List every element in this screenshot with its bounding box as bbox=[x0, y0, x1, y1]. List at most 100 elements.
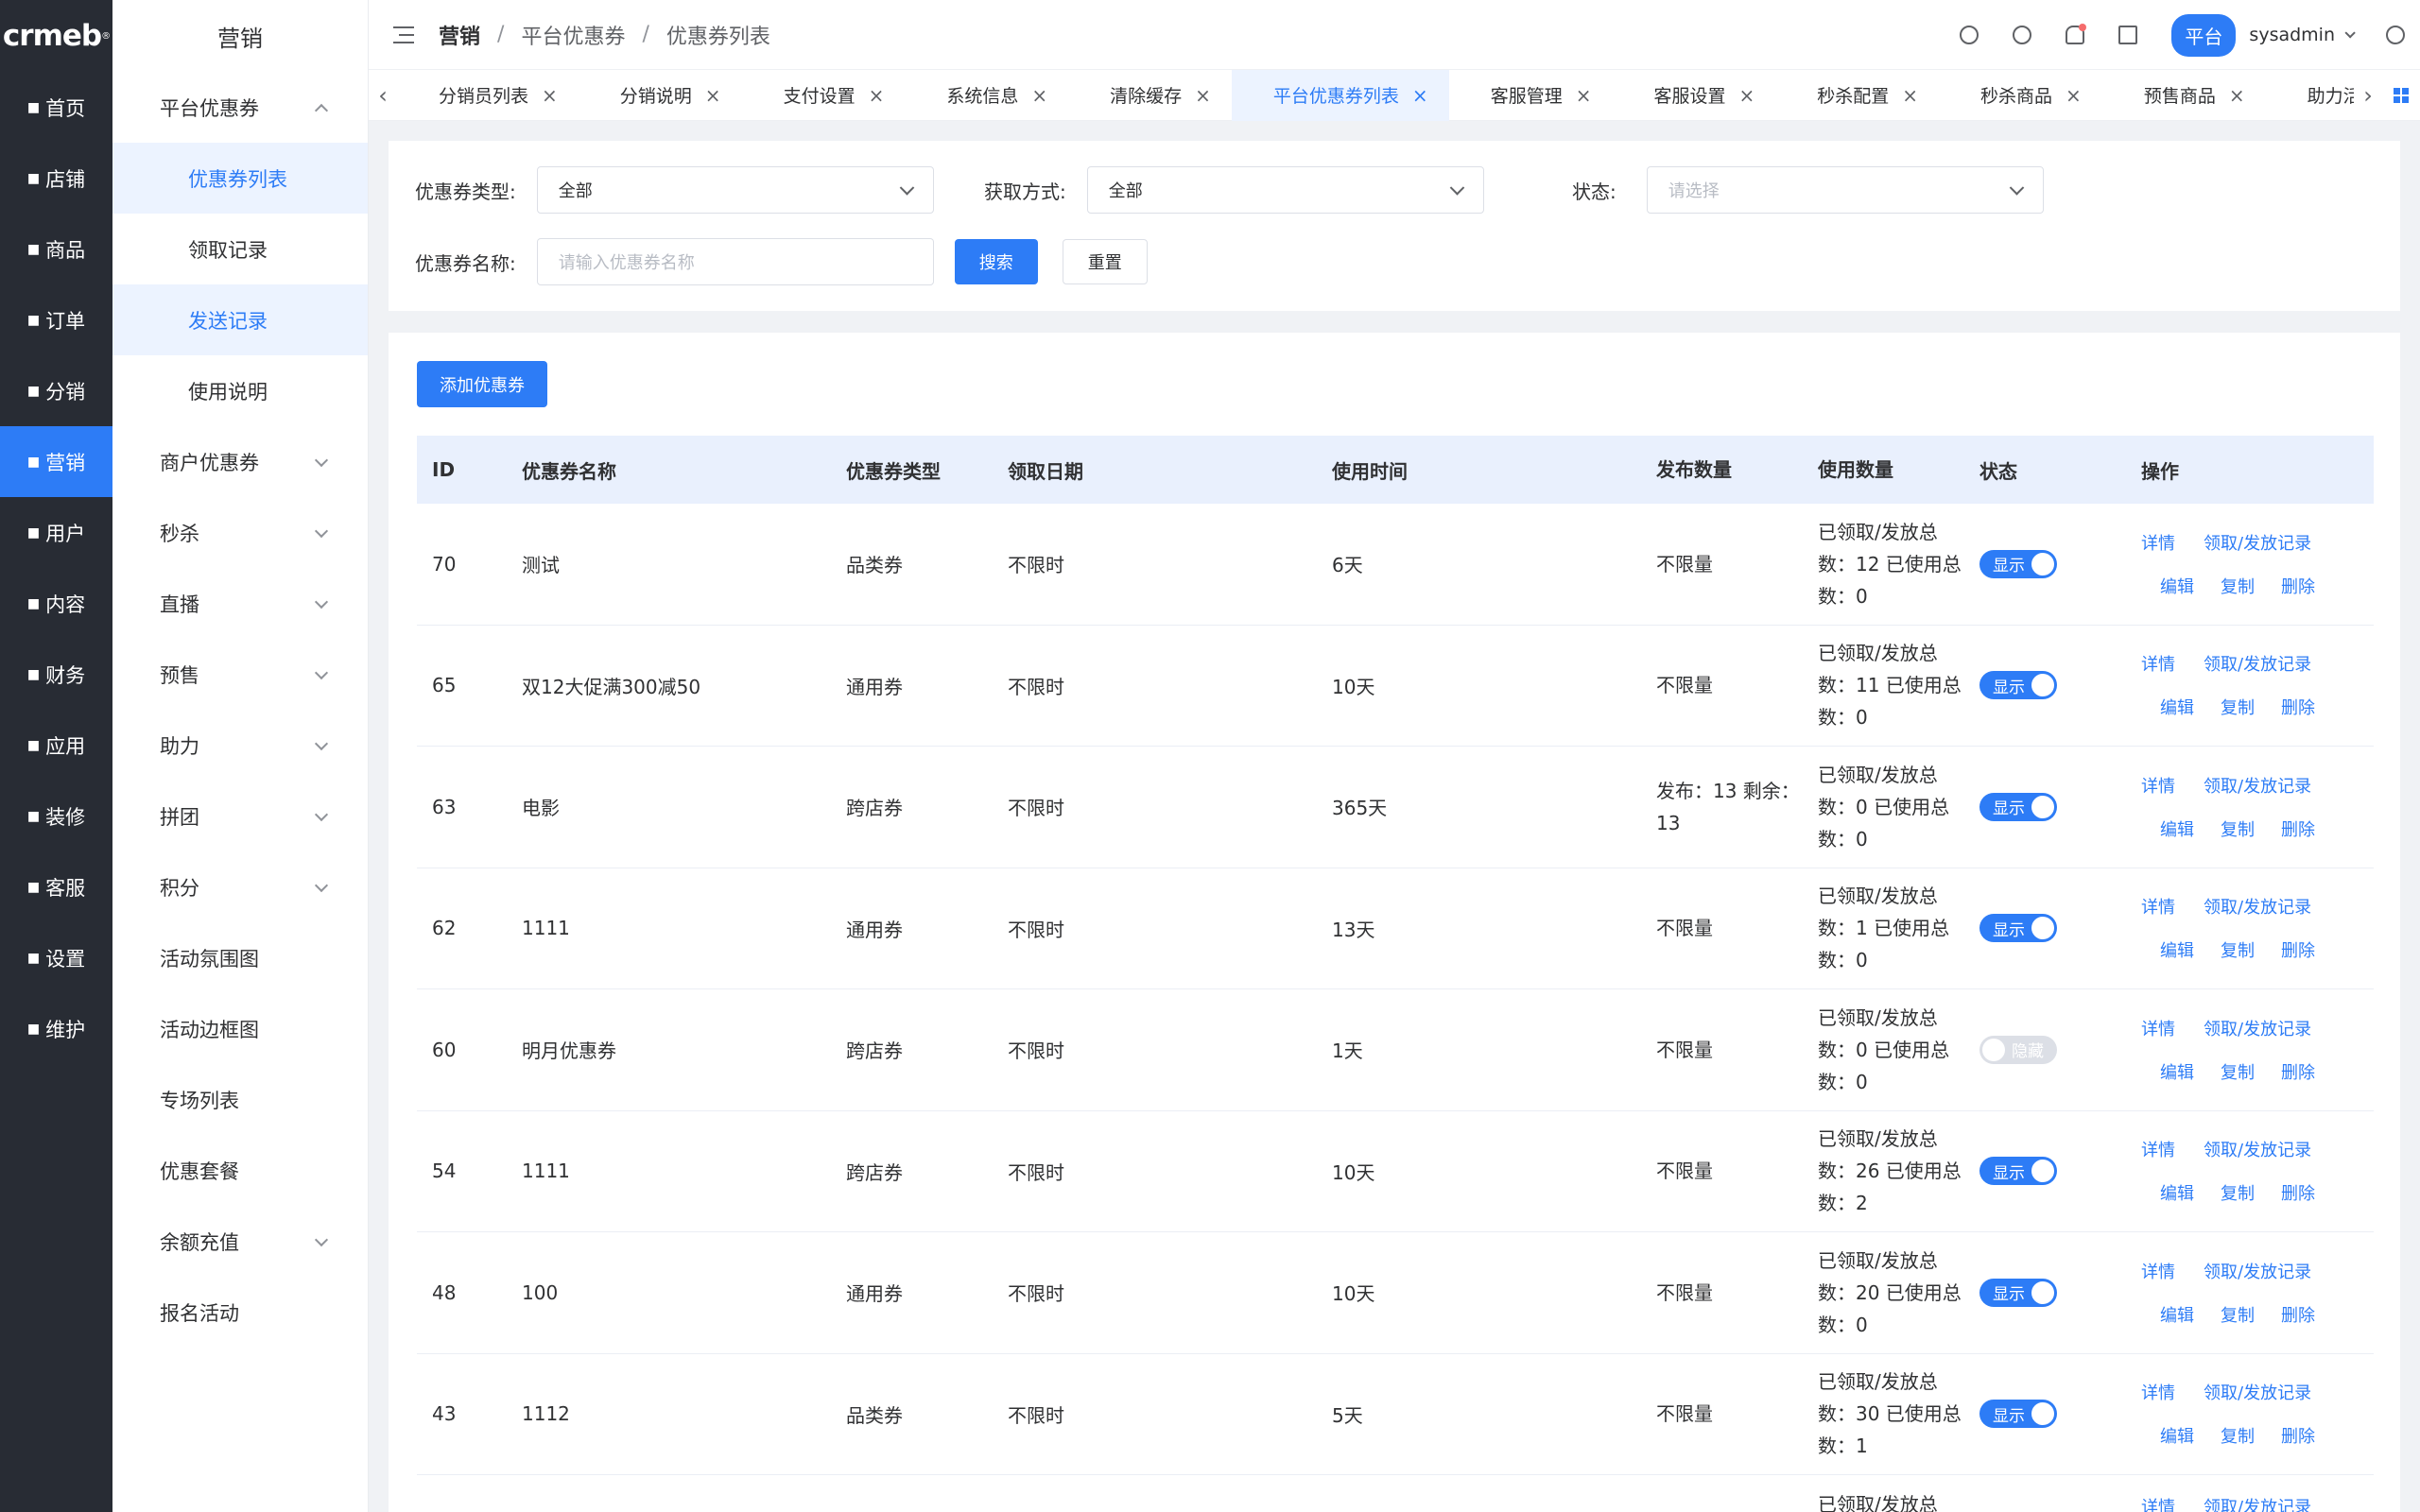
nav-item-8[interactable]: ■ 财务 bbox=[0, 639, 112, 710]
close-icon[interactable]: × bbox=[542, 84, 558, 107]
delete-link[interactable]: 删除 bbox=[2281, 816, 2315, 841]
delete-link[interactable]: 删除 bbox=[2281, 937, 2315, 962]
sidebar-item[interactable]: 商户优惠券 bbox=[112, 426, 368, 497]
sidebar-item[interactable]: 直播 bbox=[112, 568, 368, 639]
close-icon[interactable]: × bbox=[1412, 84, 1428, 107]
delete-link[interactable]: 删除 bbox=[2281, 1180, 2315, 1205]
copy-link[interactable]: 复制 bbox=[2221, 1059, 2255, 1084]
coupon-type-select[interactable]: 全部 bbox=[536, 166, 934, 214]
nav-item-12[interactable]: ■ 设置 bbox=[0, 922, 112, 993]
edit-link[interactable]: 编辑 bbox=[2160, 816, 2194, 841]
delete-link[interactable]: 删除 bbox=[2281, 1423, 2315, 1448]
copy-link[interactable]: 复制 bbox=[2221, 1423, 2255, 1448]
copy-link[interactable]: 复制 bbox=[2221, 937, 2255, 962]
tab-8[interactable]: 秒杀配置 × bbox=[1775, 70, 1939, 121]
sidebar-item[interactable]: 使用说明 bbox=[112, 355, 368, 426]
status-select[interactable]: 请选择 bbox=[1646, 166, 2044, 214]
close-icon[interactable]: × bbox=[1576, 84, 1592, 107]
tab-2[interactable]: 支付设置 × bbox=[742, 70, 906, 121]
status-toggle[interactable]: 隐藏 bbox=[1979, 1035, 2057, 1064]
search-icon[interactable] bbox=[2013, 26, 2032, 44]
nav-item-6[interactable]: ■ 用户 bbox=[0, 497, 112, 568]
nav-item-4[interactable]: ■ 分销 bbox=[0, 355, 112, 426]
copy-link[interactable]: 复制 bbox=[2221, 695, 2255, 719]
nav-item-5[interactable]: ■ 营销 bbox=[0, 426, 112, 497]
sidebar-item[interactable]: 平台优惠券 bbox=[112, 72, 368, 143]
nav-item-7[interactable]: ■ 内容 bbox=[0, 568, 112, 639]
tab-1[interactable]: 分销说明 × bbox=[579, 70, 742, 121]
tab-7[interactable]: 客服设置 × bbox=[1612, 70, 1775, 121]
detail-link[interactable]: 详情 bbox=[2141, 894, 2175, 919]
sidebar-item[interactable]: 预售 bbox=[112, 639, 368, 710]
sidebar-item[interactable]: 秒杀 bbox=[112, 497, 368, 568]
records-link[interactable]: 领取/发放记录 bbox=[2204, 651, 2311, 676]
search-button[interactable]: 搜索 bbox=[954, 239, 1038, 284]
sidebar-item[interactable]: 余额充值 bbox=[112, 1206, 368, 1277]
records-link[interactable]: 领取/发放记录 bbox=[2204, 530, 2311, 555]
sidebar-item[interactable]: 发送记录 bbox=[112, 284, 368, 355]
edit-link[interactable]: 编辑 bbox=[2160, 1302, 2194, 1327]
status-toggle[interactable]: 显示 bbox=[1979, 1278, 2057, 1307]
close-icon[interactable]: × bbox=[1738, 84, 1754, 107]
tab-scroll-left-icon[interactable]: ‹ bbox=[369, 82, 397, 109]
nav-item-13[interactable]: ■ 维护 bbox=[0, 993, 112, 1064]
tab-5[interactable]: 平台优惠券列表 × bbox=[1231, 69, 1449, 121]
logo[interactable]: crmeb ® bbox=[0, 0, 112, 72]
detail-link[interactable]: 详情 bbox=[2141, 651, 2175, 676]
get-method-select[interactable]: 全部 bbox=[1086, 166, 1484, 214]
user-menu[interactable]: sysadmin bbox=[2249, 25, 2356, 45]
detail-link[interactable]: 详情 bbox=[2141, 1137, 2175, 1161]
status-toggle[interactable]: 显示 bbox=[1979, 792, 2057, 821]
menu-toggle-icon[interactable] bbox=[393, 26, 414, 43]
nav-item-3[interactable]: ■ 订单 bbox=[0, 284, 112, 355]
nav-item-2[interactable]: ■ 商品 bbox=[0, 214, 112, 284]
nav-item-10[interactable]: ■ 装修 bbox=[0, 781, 112, 851]
sidebar-item[interactable]: 优惠套餐 bbox=[112, 1135, 368, 1206]
grid-menu-icon[interactable] bbox=[2394, 87, 2409, 103]
tab-9[interactable]: 秒杀商品 × bbox=[1939, 70, 2102, 121]
delete-link[interactable]: 删除 bbox=[2281, 1302, 2315, 1327]
edit-link[interactable]: 编辑 bbox=[2160, 574, 2194, 598]
copy-link[interactable]: 复制 bbox=[2221, 816, 2255, 841]
sidebar-item[interactable]: 活动氛围图 bbox=[112, 922, 368, 993]
tab-11[interactable]: 助力活动商品× bbox=[2266, 70, 2354, 121]
sidebar-item[interactable]: 领取记录 bbox=[112, 214, 368, 284]
edit-link[interactable]: 编辑 bbox=[2160, 695, 2194, 719]
nav-item-11[interactable]: ■ 客服 bbox=[0, 851, 112, 922]
detail-link[interactable]: 详情 bbox=[2141, 1494, 2175, 1512]
status-toggle[interactable]: 显示 bbox=[1979, 914, 2057, 943]
detail-link[interactable]: 详情 bbox=[2141, 530, 2175, 555]
sidebar-item[interactable]: 活动边框图 bbox=[112, 993, 368, 1064]
reset-button[interactable]: 重置 bbox=[1062, 239, 1148, 284]
edit-link[interactable]: 编辑 bbox=[2160, 1423, 2194, 1448]
close-icon[interactable]: × bbox=[705, 84, 721, 107]
sidebar-item[interactable]: 优惠券列表 bbox=[112, 143, 368, 214]
sidebar-item[interactable]: 积分 bbox=[112, 851, 368, 922]
close-icon[interactable]: × bbox=[1031, 84, 1047, 107]
records-link[interactable]: 领取/发放记录 bbox=[2204, 1137, 2311, 1161]
sidebar-item[interactable]: 助力 bbox=[112, 710, 368, 781]
records-link[interactable]: 领取/发放记录 bbox=[2204, 1380, 2311, 1404]
detail-link[interactable]: 详情 bbox=[2141, 1259, 2175, 1283]
close-icon[interactable]: × bbox=[869, 84, 885, 107]
copy-link[interactable]: 复制 bbox=[2221, 1302, 2255, 1327]
delete-link[interactable]: 删除 bbox=[2281, 574, 2315, 598]
nav-item-0[interactable]: ■ 首页 bbox=[0, 72, 112, 143]
status-toggle[interactable]: 显示 bbox=[1979, 1157, 2057, 1186]
records-link[interactable]: 领取/发放记录 bbox=[2204, 1494, 2311, 1512]
records-link[interactable]: 领取/发放记录 bbox=[2204, 1016, 2311, 1040]
detail-link[interactable]: 详情 bbox=[2141, 773, 2175, 798]
records-link[interactable]: 领取/发放记录 bbox=[2204, 1259, 2311, 1283]
edit-link[interactable]: 编辑 bbox=[2160, 1059, 2194, 1084]
close-icon[interactable]: × bbox=[1902, 84, 1918, 107]
nav-item-9[interactable]: ■ 应用 bbox=[0, 710, 112, 781]
edit-link[interactable]: 编辑 bbox=[2160, 937, 2194, 962]
delete-link[interactable]: 删除 bbox=[2281, 1059, 2315, 1084]
tab-scroll-right-icon[interactable]: › bbox=[2354, 82, 2382, 109]
settings-gear-icon[interactable] bbox=[2386, 26, 2405, 44]
coupon-name-input[interactable]: 请输入优惠券名称 bbox=[536, 238, 934, 285]
delete-link[interactable]: 删除 bbox=[2281, 695, 2315, 719]
tab-4[interactable]: 清除缓存 × bbox=[1068, 70, 1232, 121]
tab-3[interactable]: 系统信息 × bbox=[905, 70, 1068, 121]
sidebar-item[interactable]: 拼团 bbox=[112, 781, 368, 851]
